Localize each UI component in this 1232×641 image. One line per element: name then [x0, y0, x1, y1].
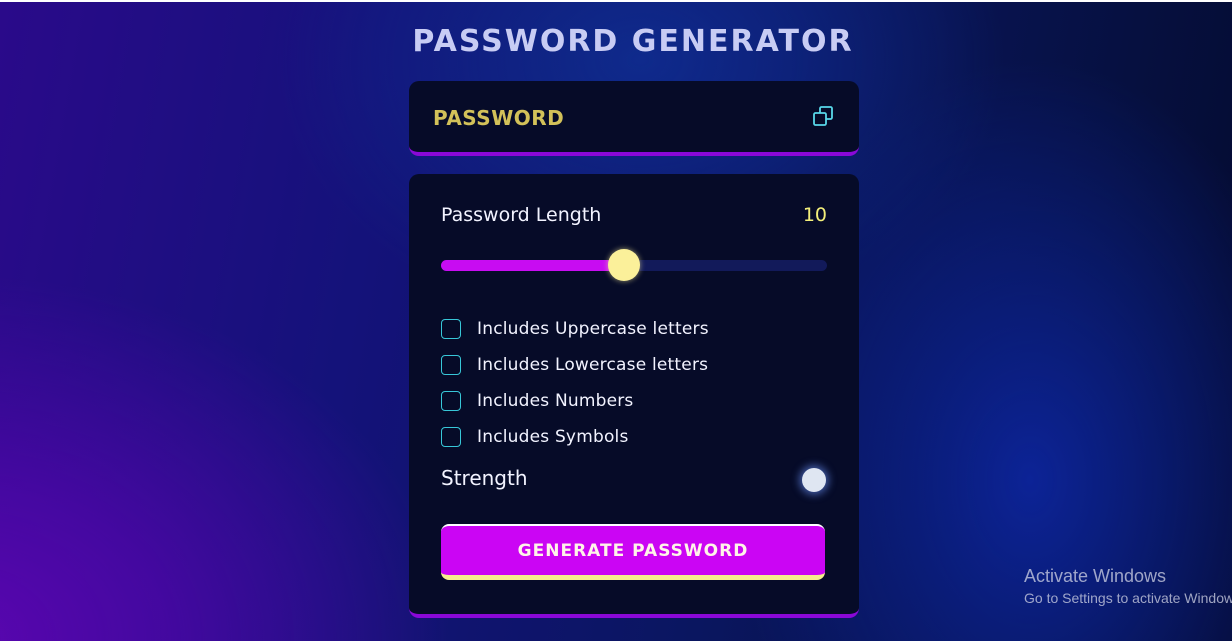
- copy-icon[interactable]: [812, 105, 834, 127]
- numbers-label: Includes Numbers: [477, 391, 634, 411]
- slider-fill: [441, 260, 625, 271]
- option-uppercase[interactable]: Includes Uppercase letters: [441, 311, 709, 347]
- page-title: PASSWORD GENERATOR: [412, 24, 854, 59]
- symbols-label: Includes Symbols: [477, 427, 629, 447]
- watermark-subtitle: Go to Settings to activate Windows.: [1024, 590, 1232, 606]
- strength-indicator: [802, 468, 826, 492]
- top-edge-line: [0, 0, 1232, 2]
- option-numbers[interactable]: Includes Numbers: [441, 383, 709, 419]
- password-display: PASSWORD: [409, 81, 859, 156]
- numbers-checkbox[interactable]: [441, 391, 461, 411]
- option-symbols[interactable]: Includes Symbols: [441, 419, 709, 455]
- watermark-title: Activate Windows: [1024, 566, 1167, 586]
- option-lowercase[interactable]: Includes Lowercase letters: [441, 347, 709, 383]
- strength-label: Strength: [441, 466, 528, 490]
- lowercase-label: Includes Lowercase letters: [477, 355, 709, 375]
- length-value: 10: [802, 204, 827, 226]
- symbols-checkbox[interactable]: [441, 427, 461, 447]
- settings-card: Password Length 10 Includes Uppercase le…: [409, 174, 859, 618]
- length-slider[interactable]: [441, 249, 827, 281]
- options-list: Includes Uppercase letters Includes Lowe…: [441, 311, 709, 455]
- generate-password-button[interactable]: GENERATE PASSWORD: [441, 524, 825, 580]
- uppercase-label: Includes Uppercase letters: [477, 319, 709, 339]
- generate-button-label: GENERATE PASSWORD: [517, 540, 749, 561]
- windows-activation-watermark: Activate Windows Go to Settings to activ…: [1024, 566, 1232, 606]
- slider-thumb[interactable]: [608, 249, 641, 281]
- length-label: Password Length: [441, 204, 602, 226]
- lowercase-checkbox[interactable]: [441, 355, 461, 375]
- password-text: PASSWORD: [433, 106, 565, 130]
- uppercase-checkbox[interactable]: [441, 319, 461, 339]
